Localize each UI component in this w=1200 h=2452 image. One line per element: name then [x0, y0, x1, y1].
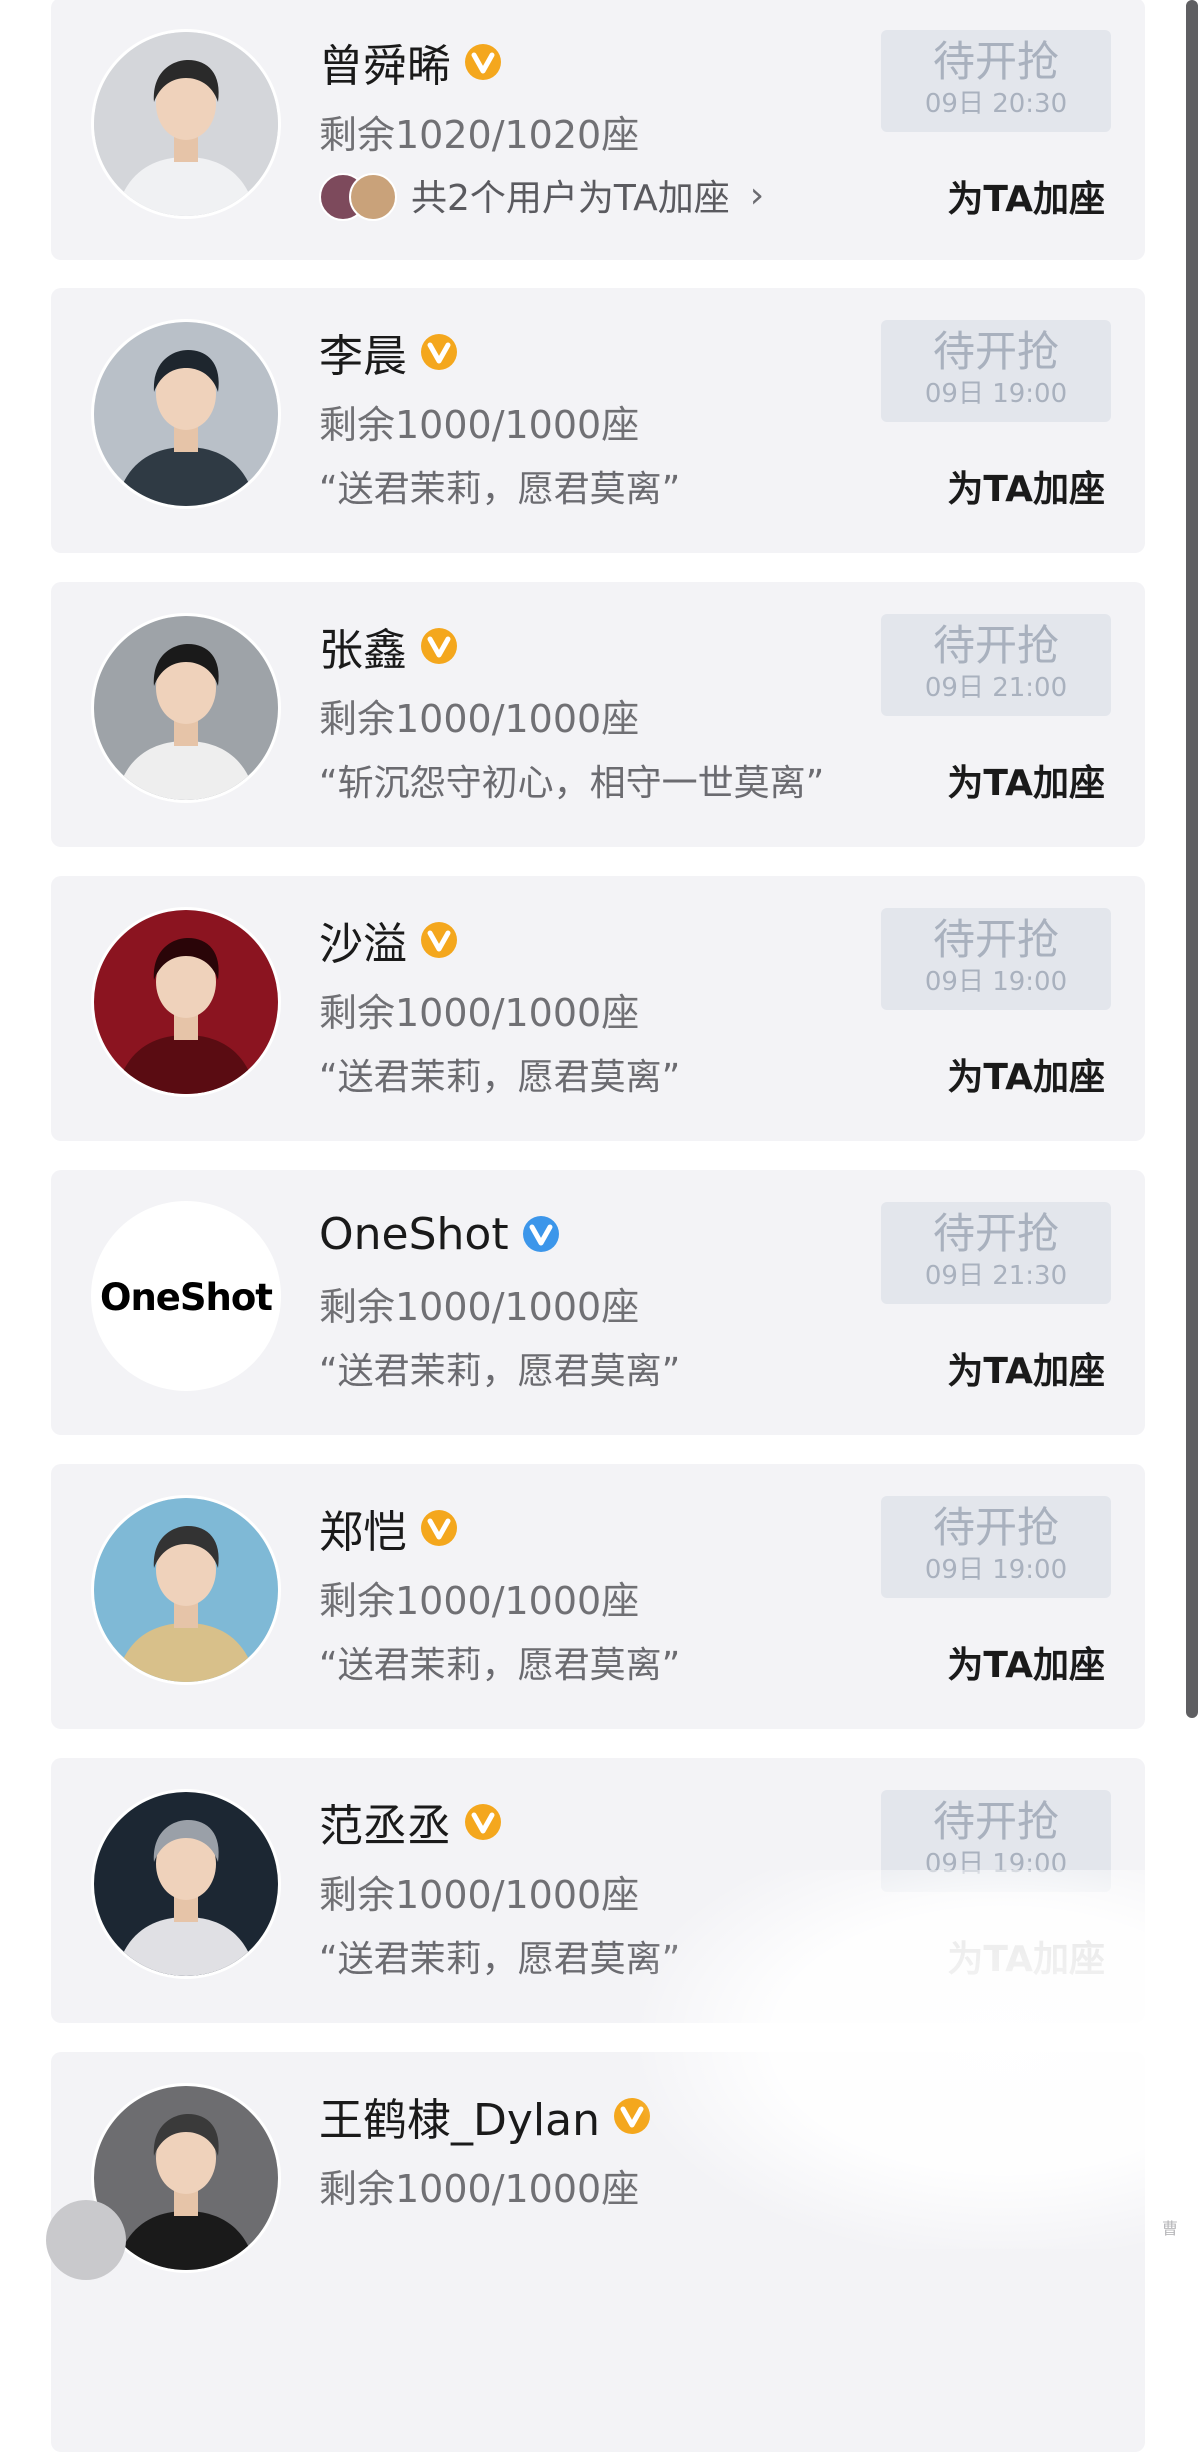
grab-button[interactable]: 待开抢 09日 20:30	[881, 30, 1111, 132]
logo-text: OneShot	[100, 1276, 273, 1319]
grab-button[interactable]: 待开抢 09日 19:00	[881, 1790, 1111, 1892]
grab-time: 09日 21:00	[924, 673, 1068, 703]
orange-v-badge-icon	[419, 1508, 459, 1548]
grab-time: 09日 19:00	[924, 967, 1068, 997]
supporters-text: 共2个用户为TA加座	[411, 178, 730, 219]
name-row: 沙溢	[319, 910, 459, 970]
supporter-avatars	[319, 171, 401, 221]
avatar[interactable]	[94, 616, 278, 800]
avatar[interactable]: OneShot	[94, 1204, 278, 1388]
floating-action-button[interactable]	[46, 2200, 126, 2280]
grab-label: 待开抢	[932, 1797, 1059, 1846]
avatar[interactable]	[94, 910, 278, 1094]
remaining-seats: 剩余1000/1000座	[319, 697, 640, 741]
remaining-seats: 剩余1000/1000座	[319, 1579, 640, 1623]
grab-time: 09日 19:00	[924, 1555, 1068, 1585]
grab-label: 待开抢	[932, 915, 1059, 964]
remaining-seats: 剩余1000/1000座	[319, 1285, 640, 1329]
remaining-seats: 剩余1000/1000座	[319, 991, 640, 1035]
avatar[interactable]	[94, 322, 278, 506]
grab-button[interactable]: 待开抢 09日 19:00	[881, 908, 1111, 1010]
avatar[interactable]	[94, 1498, 278, 1682]
seat-card[interactable]: 曾舜晞剩余1020/1020座共2个用户为TA加座 › 待开抢 09日 20:30 为T…	[51, 0, 1145, 260]
user-name[interactable]: 王鹤棣_Dylan	[319, 2084, 600, 2148]
name-row: 范丞丞	[319, 1792, 503, 1852]
seat-card[interactable]: 李晨剩余1000/1000座 “送君茉莉，愿君莫离” 待开抢 09日 19:00 为TA…	[51, 288, 1145, 553]
seat-card[interactable]: 王鹤棣_Dylan 剩余1000/1000座	[51, 2052, 1145, 2452]
grab-label: 待开抢	[932, 1503, 1059, 1552]
blue-v-badge-icon	[521, 1214, 561, 1254]
orange-v-badge-icon	[612, 2096, 652, 2136]
add-seat-button[interactable]: 为TA加座	[947, 1342, 1105, 1394]
grab-time: 09日 21:30	[924, 1261, 1068, 1291]
user-name[interactable]: OneShot	[319, 1209, 509, 1260]
watermark: 曹	[1161, 2219, 1178, 2238]
add-seat-button[interactable]: 为TA加座	[947, 754, 1105, 806]
user-name[interactable]: 张鑫	[319, 614, 407, 678]
orange-v-badge-icon	[463, 1802, 503, 1842]
grab-button[interactable]: 待开抢 09日 21:30	[881, 1202, 1111, 1304]
name-row: 曾舜晞	[319, 32, 503, 92]
orange-v-badge-icon	[419, 920, 459, 960]
supporters-link[interactable]: 共2个用户为TA加座 ›	[319, 170, 765, 221]
seat-card[interactable]: OneShot OneShot 剩余1000/1000座 “送君茉莉，愿君莫离” 待开抢…	[51, 1170, 1145, 1435]
orange-v-badge-icon	[419, 626, 459, 666]
avatar[interactable]	[94, 1792, 278, 1976]
remaining-seats: 剩余1020/1020座	[319, 113, 640, 157]
grab-label: 待开抢	[932, 327, 1059, 376]
name-row: 张鑫	[319, 616, 459, 676]
add-seat-button[interactable]: 为TA加座	[947, 1048, 1105, 1100]
add-seat-button[interactable]: 为TA加座	[947, 1930, 1105, 1982]
name-row: 李晨	[319, 322, 459, 382]
grab-time: 09日 19:00	[924, 1849, 1068, 1879]
seat-card[interactable]: 范丞丞剩余1000/1000座 “送君茉莉，愿君莫离” 待开抢 09日 19:00 为T…	[51, 1758, 1145, 2023]
grab-time: 09日 20:30	[924, 89, 1068, 119]
chevron-right-icon: ›	[749, 174, 765, 216]
seat-card[interactable]: 张鑫剩余1000/1000座 “斩沉怨守初心，相守一世莫离” 待开抢 09日 21:0…	[51, 582, 1145, 847]
quote-text: “送君茉莉，愿君莫离”	[319, 1645, 681, 1686]
grab-button[interactable]: 待开抢 09日 19:00	[881, 1496, 1111, 1598]
add-seat-button[interactable]: 为TA加座	[947, 170, 1105, 222]
remaining-seats: 剩余1000/1000座	[319, 1873, 640, 1917]
grab-label: 待开抢	[932, 37, 1059, 86]
grab-button[interactable]: 待开抢 09日 19:00	[881, 320, 1111, 422]
user-name[interactable]: 曾舜晞	[319, 30, 451, 94]
seat-card[interactable]: 郑恺剩余1000/1000座 “送君茉莉，愿君莫离” 待开抢 09日 19:00 为TA…	[51, 1464, 1145, 1729]
name-row: 郑恺	[319, 1498, 459, 1558]
quote-text: “送君茉莉，愿君莫离”	[319, 469, 681, 510]
user-name[interactable]: 范丞丞	[319, 1790, 451, 1854]
seat-card[interactable]: 沙溢剩余1000/1000座 “送君茉莉，愿君莫离” 待开抢 09日 19:00 为TA…	[51, 876, 1145, 1141]
remaining-seats: 剩余1000/1000座	[319, 403, 640, 447]
grab-time: 09日 19:00	[924, 379, 1068, 409]
scrollbar[interactable]	[1186, 0, 1198, 1718]
orange-v-badge-icon	[419, 332, 459, 372]
user-name[interactable]: 沙溢	[319, 908, 407, 972]
name-row: 王鹤棣_Dylan	[319, 2086, 652, 2146]
avatar[interactable]	[94, 32, 278, 216]
grab-label: 待开抢	[932, 621, 1059, 670]
add-seat-button[interactable]: 为TA加座	[947, 460, 1105, 512]
user-name[interactable]: 李晨	[319, 320, 407, 384]
remaining-seats: 剩余1000/1000座	[319, 2167, 640, 2211]
user-name[interactable]: 郑恺	[319, 1496, 407, 1560]
orange-v-badge-icon	[463, 42, 503, 82]
quote-text: “送君茉莉，愿君莫离”	[319, 1351, 681, 1392]
name-row: OneShot	[319, 1204, 561, 1264]
quote-text: “送君茉莉，愿君莫离”	[319, 1939, 681, 1980]
supporter-avatar	[349, 173, 397, 221]
grab-label: 待开抢	[932, 1209, 1059, 1258]
quote-text: “送君茉莉，愿君莫离”	[319, 1057, 681, 1098]
quote-text: “斩沉怨守初心，相守一世莫离”	[319, 763, 825, 804]
add-seat-button[interactable]: 为TA加座	[947, 1636, 1105, 1688]
grab-button[interactable]: 待开抢 09日 21:00	[881, 614, 1111, 716]
